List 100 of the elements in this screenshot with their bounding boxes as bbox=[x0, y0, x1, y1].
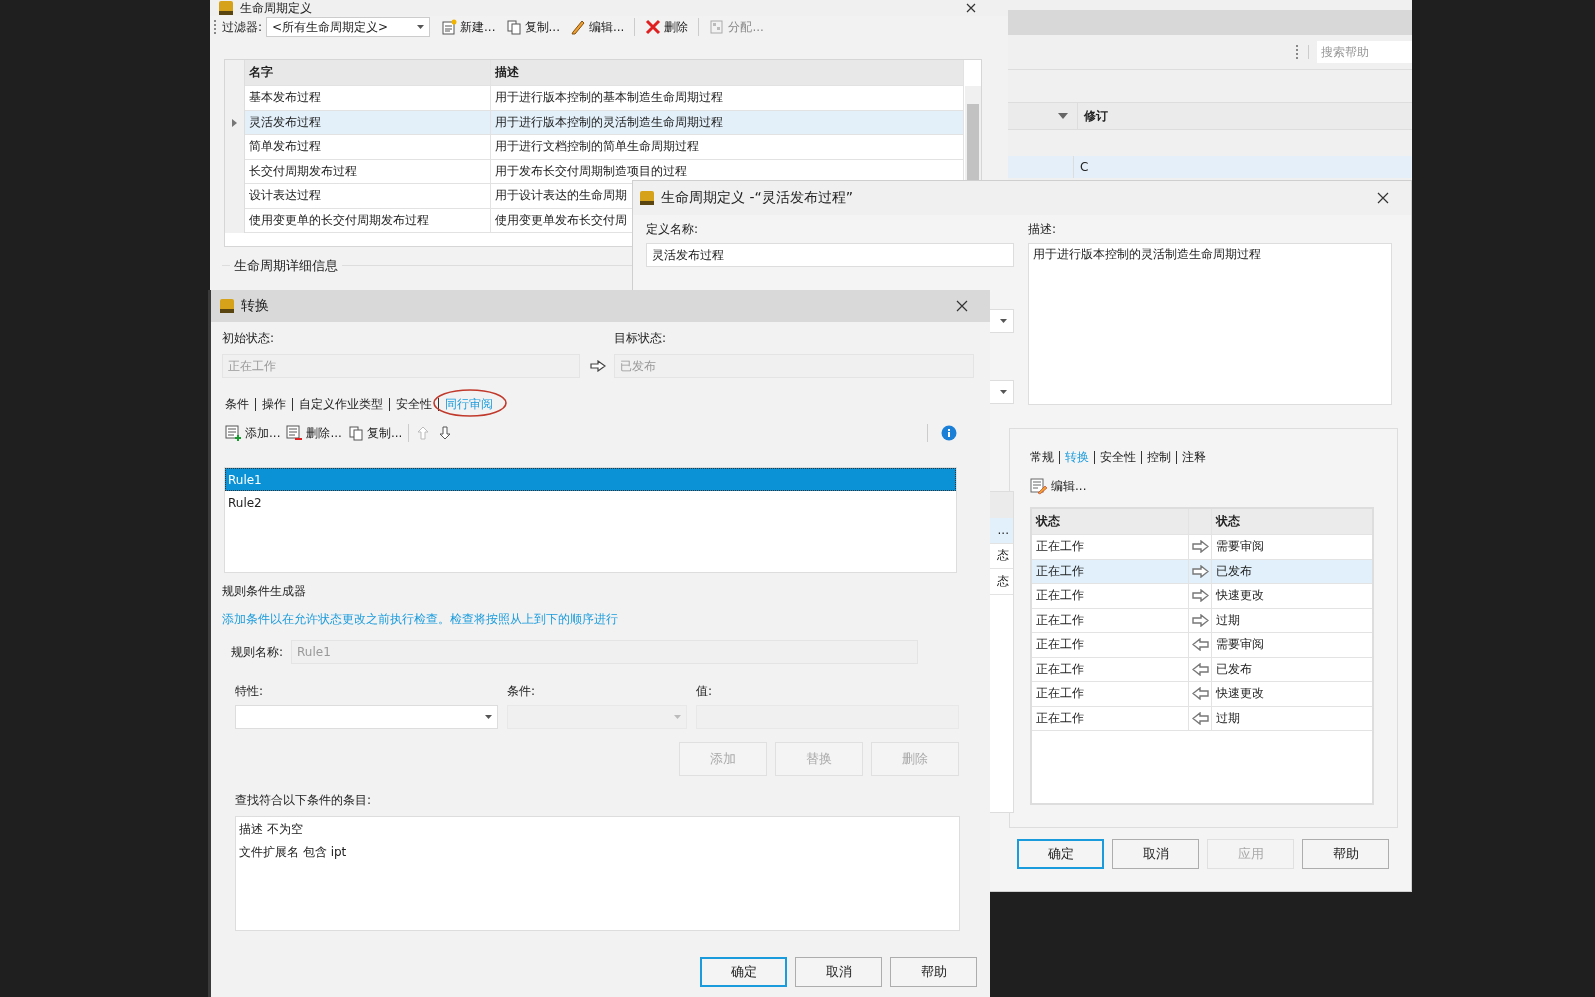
table-cell: 过期 bbox=[1212, 608, 1372, 633]
filter-label: 过滤器: bbox=[222, 18, 263, 36]
table-cell: 正在工作 bbox=[1032, 682, 1189, 707]
table-cell: 长交付周期发布过程 bbox=[245, 159, 491, 184]
name-field[interactable]: 灵活发布过程 bbox=[646, 243, 1014, 267]
field-label: 值: bbox=[696, 683, 714, 700]
column-header[interactable]: 状态 bbox=[1032, 509, 1189, 535]
table-cell: 过期 bbox=[1212, 706, 1372, 731]
table-cell: 正在工作 bbox=[1032, 535, 1189, 560]
table-row[interactable]: 简单发布过程 用于进行文档控制的简单生命周期过程 bbox=[225, 135, 964, 160]
copy-icon bbox=[505, 19, 522, 35]
table-cell: 灵活发布过程 bbox=[245, 110, 491, 135]
list-item[interactable]: Rule2 bbox=[225, 491, 956, 514]
table-row[interactable]: 正在工作 快速更改 bbox=[1032, 682, 1372, 707]
pencil-icon bbox=[569, 19, 586, 35]
toolbar-button[interactable]: 删除 bbox=[642, 16, 692, 38]
table-row[interactable]: 正在工作 过期 bbox=[1032, 706, 1372, 731]
table-cell: 正在工作 bbox=[1032, 706, 1189, 731]
tab[interactable]: 注释 bbox=[1182, 449, 1206, 466]
tab[interactable]: 自定义作业类型 bbox=[299, 397, 383, 411]
toolbar-button[interactable]: 新建... bbox=[438, 16, 499, 38]
toolbar-button[interactable]: 复制... bbox=[344, 422, 406, 444]
field-label: 条件: bbox=[507, 683, 537, 700]
table-cell: 用于进行版本控制的灵活制造生命周期过程 bbox=[490, 110, 964, 135]
table-cell: 正在工作 bbox=[1032, 608, 1189, 633]
move-up-icon[interactable] bbox=[417, 426, 430, 440]
dialog-button[interactable]: 取消 bbox=[1112, 839, 1199, 869]
table-row[interactable]: 正在工作 过期 bbox=[1032, 608, 1372, 633]
tab[interactable]: 安全性 bbox=[1100, 449, 1136, 466]
criteria-item[interactable]: 文件扩展名 包含 ipt bbox=[239, 844, 347, 861]
table-row[interactable]: 正在工作 快速更改 bbox=[1032, 584, 1372, 609]
table-cell: 简单发布过程 bbox=[245, 135, 491, 160]
dialog-title: 生命周期定义 -“灵活发布过程” bbox=[661, 189, 853, 207]
table-row[interactable]: 正在工作 已发布 bbox=[1032, 657, 1372, 682]
column-header[interactable]: 描述 bbox=[490, 60, 964, 86]
table-cell: 已发布 bbox=[1212, 657, 1372, 682]
right-arrow-icon bbox=[590, 360, 606, 372]
table-cell: 需要审阅 bbox=[1212, 633, 1372, 658]
table-cell: 正在工作 bbox=[1032, 657, 1189, 682]
table-row[interactable]: 基本发布过程 用于进行版本控制的基本制造生命周期过程 bbox=[225, 86, 964, 111]
edit-button[interactable]: 编辑... bbox=[1030, 475, 1090, 497]
table-cell: 使用变更单的长交付周期发布过程 bbox=[245, 208, 491, 233]
column-header[interactable]: 名字 bbox=[245, 60, 491, 86]
table-cell: 需要审阅 bbox=[1212, 535, 1372, 560]
toolbar-grip[interactable] bbox=[214, 20, 218, 34]
table-cell: 设计表达过程 bbox=[245, 184, 491, 209]
delete-icon bbox=[645, 19, 662, 35]
sort-arrow-icon[interactable] bbox=[1058, 113, 1068, 119]
add-document-icon bbox=[225, 425, 242, 441]
caret-icon bbox=[1000, 319, 1007, 323]
app-logo-icon bbox=[218, 0, 234, 16]
tab[interactable]: 控制 bbox=[1147, 449, 1171, 466]
tab[interactable]: 条件 bbox=[225, 397, 249, 411]
hint-text: 添加条件以在允许状态更改之前执行检查。检查将按照从上到下的顺序进行 bbox=[222, 611, 619, 628]
dialog-button[interactable]: 确定 bbox=[700, 957, 787, 987]
table-row[interactable]: C bbox=[1008, 156, 1412, 178]
caret-icon bbox=[1000, 390, 1007, 394]
window-title: 生命周期定义 bbox=[240, 1, 312, 15]
toolbar-button[interactable]: 删除... bbox=[283, 422, 345, 444]
move-down-icon[interactable] bbox=[439, 426, 452, 440]
toolbar-button[interactable]: 添加... bbox=[222, 422, 284, 444]
table-cell: ... bbox=[997, 523, 1009, 538]
dialog-button[interactable]: 取消 bbox=[795, 957, 882, 987]
table-row[interactable]: 灵活发布过程 用于进行版本控制的灵活制造生命周期过程 bbox=[225, 110, 964, 135]
table-cell: 用于进行版本控制的基本制造生命周期过程 bbox=[490, 86, 964, 111]
tab[interactable]: 操作 bbox=[262, 397, 286, 411]
caret-icon bbox=[485, 715, 492, 719]
caret-icon bbox=[417, 25, 425, 29]
section-title: 规则条件生成器 bbox=[222, 583, 307, 600]
tab[interactable]: 常规 bbox=[1030, 449, 1054, 466]
caret-icon bbox=[674, 715, 681, 719]
property-dropdown[interactable] bbox=[235, 705, 498, 729]
table-cell: 基本发布过程 bbox=[245, 86, 491, 111]
toolbar-button[interactable]: 编辑... bbox=[566, 16, 628, 38]
criteria-item[interactable]: 描述 不为空 bbox=[239, 821, 303, 838]
table-row[interactable]: 正在工作 需要审阅 bbox=[1032, 633, 1372, 658]
dialog-button[interactable]: 帮助 bbox=[1302, 839, 1389, 869]
app-logo-icon bbox=[219, 298, 235, 314]
field-label: 初始状态: bbox=[222, 330, 276, 347]
edit-document-icon bbox=[1030, 477, 1048, 495]
toolbar-grip[interactable] bbox=[1296, 45, 1309, 59]
dialog-button[interactable]: 确定 bbox=[1017, 839, 1104, 869]
dialog-button[interactable]: 帮助 bbox=[890, 957, 977, 987]
field-label: 特性: bbox=[235, 683, 265, 700]
table-cell: 态 bbox=[997, 572, 1009, 590]
info-icon[interactable] bbox=[941, 425, 957, 441]
table-cell: 正在工作 bbox=[1032, 584, 1189, 609]
field-label: 查找符合以下条件的条目: bbox=[235, 792, 373, 809]
app-logo-icon bbox=[639, 190, 655, 206]
table-row[interactable]: 正在工作 已发布 bbox=[1032, 559, 1372, 584]
description-field[interactable]: 用于进行版本控制的灵活制造生命周期过程 bbox=[1028, 243, 1392, 405]
tab[interactable]: 安全性 bbox=[396, 397, 432, 411]
table-row[interactable]: 正在工作 需要审阅 bbox=[1032, 535, 1372, 560]
row-pointer-icon bbox=[232, 118, 237, 127]
column-header[interactable]: 修订 bbox=[1077, 103, 1108, 129]
dialog-title: 转换 bbox=[241, 297, 269, 315]
column-header[interactable]: 状态 bbox=[1212, 509, 1372, 535]
field-label: 目标状态: bbox=[614, 330, 668, 347]
toolbar-button[interactable]: 复制... bbox=[502, 16, 563, 38]
filter-dropdown[interactable]: <所有生命周期定义> bbox=[266, 17, 431, 37]
